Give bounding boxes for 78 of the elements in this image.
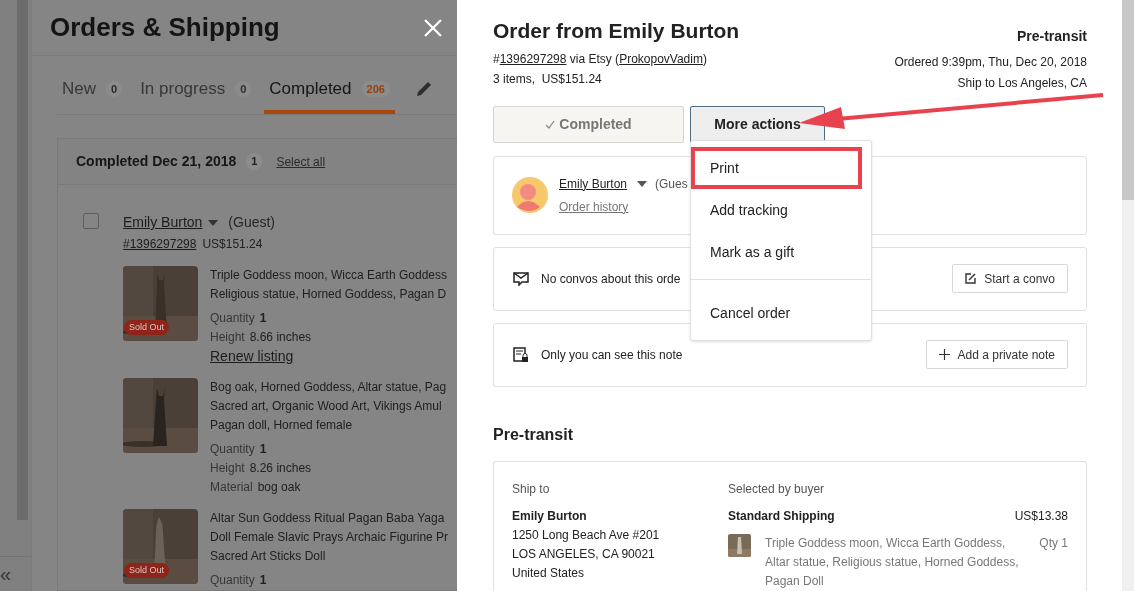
- item-title: Religious statue, Horned Goddess, Pagan D: [210, 286, 447, 303]
- order-date: Ordered 9:39pm, Thu, Dec 20, 2018: [894, 54, 1087, 71]
- detail-value: bog oak: [257, 479, 301, 496]
- menu-item[interactable]: Add tracking: [691, 189, 871, 231]
- detail-label: Quantity: [210, 441, 255, 458]
- item-title: Bog oak, Horned Goddess, Altar statue, Pag: [210, 379, 447, 396]
- ship-destination: Ship to Los Angeles, CA: [957, 75, 1087, 92]
- caret-icon[interactable]: [208, 219, 219, 226]
- order-history-link[interactable]: Order history: [559, 197, 688, 216]
- detail-label: Height: [210, 329, 245, 346]
- tab[interactable]: Completed 206: [264, 68, 395, 114]
- scrollbar-thumb[interactable]: [1122, 0, 1134, 200]
- item-title: Triple Goddess moon, Wicca Earth Goddess, Altar statue, Religious statue, Horned Goddess, Pagan Doll: [765, 535, 1020, 590]
- select-all-link[interactable]: Select all: [276, 152, 326, 171]
- avatar-icon: [512, 177, 548, 214]
- panel-title: Orders & Shipping: [50, 11, 280, 44]
- completed-button[interactable]: Completed: [493, 106, 684, 143]
- guest-label: (Gues: [655, 175, 688, 193]
- detail-label: Quantity: [210, 310, 255, 327]
- order-reference: #1396297298 via Etsy (ProkopovVadim): [493, 51, 708, 68]
- order-title: Order from Emily Burton: [493, 18, 740, 44]
- guest-label: (Guest): [228, 213, 276, 232]
- order-number-link[interactable]: #1396297298: [123, 235, 197, 253]
- count-badge: 1: [246, 153, 263, 170]
- detail-label: Quantity: [210, 572, 255, 589]
- caret-icon[interactable]: [637, 180, 648, 187]
- add-note-button[interactable]: Add a private note: [925, 340, 1068, 370]
- edit-icon: [965, 273, 977, 285]
- order-total: US$151.24: [202, 236, 263, 253]
- selected-by-label: Selected by buyer: [728, 481, 826, 498]
- check-icon: [545, 120, 556, 129]
- order-summary: 3 items, US$151.24: [493, 71, 603, 88]
- address-line: Emily Burton: [512, 508, 588, 525]
- menu-item[interactable]: Mark as a gift: [691, 231, 871, 273]
- tab[interactable]: In progress 0: [135, 68, 257, 114]
- count-badge: 0: [106, 80, 123, 98]
- plus-icon: [938, 349, 950, 361]
- detail-label: Material: [210, 479, 253, 496]
- card-text: No convos about this orde: [541, 270, 682, 288]
- locked-note-icon: [513, 346, 529, 363]
- shop-link[interactable]: ProkopovVadim: [619, 52, 703, 66]
- section-title: Pre-transit: [493, 425, 575, 445]
- item-quantity: Qty 1: [1039, 535, 1068, 552]
- close-icon[interactable]: [424, 18, 442, 37]
- menu-item[interactable]: Cancel order: [691, 279, 871, 334]
- item-title: Sacred Art Sticks Doll: [210, 548, 327, 565]
- address-line: 1250 Long Beach Ave #201: [512, 527, 661, 544]
- item-title: Altar Sun Goddess Ritual Pagan Baba Yaga: [210, 510, 446, 527]
- order-number-link[interactable]: 1396297298: [499, 52, 567, 66]
- detail-value: 8.26 inches: [249, 460, 312, 477]
- item-title: Sacred art, Organic Wood Art, Vikings Amul: [210, 398, 443, 415]
- ship-to-label: Ship to: [512, 481, 551, 498]
- detail-value: 8.66 inches: [249, 329, 312, 346]
- buyer-link[interactable]: Emily Burton: [123, 212, 203, 233]
- address-line: United States: [512, 565, 586, 582]
- detail-value: 1: [259, 310, 267, 327]
- count-badge: 206: [361, 80, 390, 98]
- shipping-price: US$13.38: [1014, 508, 1068, 525]
- start-convo-button[interactable]: Start a convo: [952, 264, 1068, 294]
- pencil-icon[interactable]: [414, 80, 433, 98]
- card-text: Only you can see this note: [541, 346, 684, 364]
- detail-value: 1: [259, 572, 267, 589]
- message-icon: [513, 271, 529, 286]
- address-line: LOS ANGELES, CA 90021: [512, 546, 656, 563]
- checkbox[interactable]: [83, 213, 99, 229]
- detail-label: Height: [210, 460, 245, 477]
- menu-item[interactable]: Print: [691, 147, 862, 189]
- group-title: Completed Dec 21, 2018: [76, 152, 237, 171]
- item-title: Triple Goddess moon, Wicca Earth Goddess: [210, 267, 447, 284]
- item-title: Pagan doll, Horned female: [210, 417, 354, 434]
- detail-value: 1: [259, 441, 267, 458]
- item-title: Doll Female Slavic Prays Archaic Figurine Pr: [210, 529, 449, 546]
- buyer-link[interactable]: Emily Burton: [559, 174, 628, 193]
- shipping-method: Standard Shipping: [728, 508, 835, 525]
- order-status: Pre-transit: [1016, 27, 1087, 46]
- count-badge: 0: [235, 80, 252, 98]
- tab[interactable]: New 0: [57, 68, 128, 114]
- renew-listing-link[interactable]: Renew listing: [210, 347, 447, 366]
